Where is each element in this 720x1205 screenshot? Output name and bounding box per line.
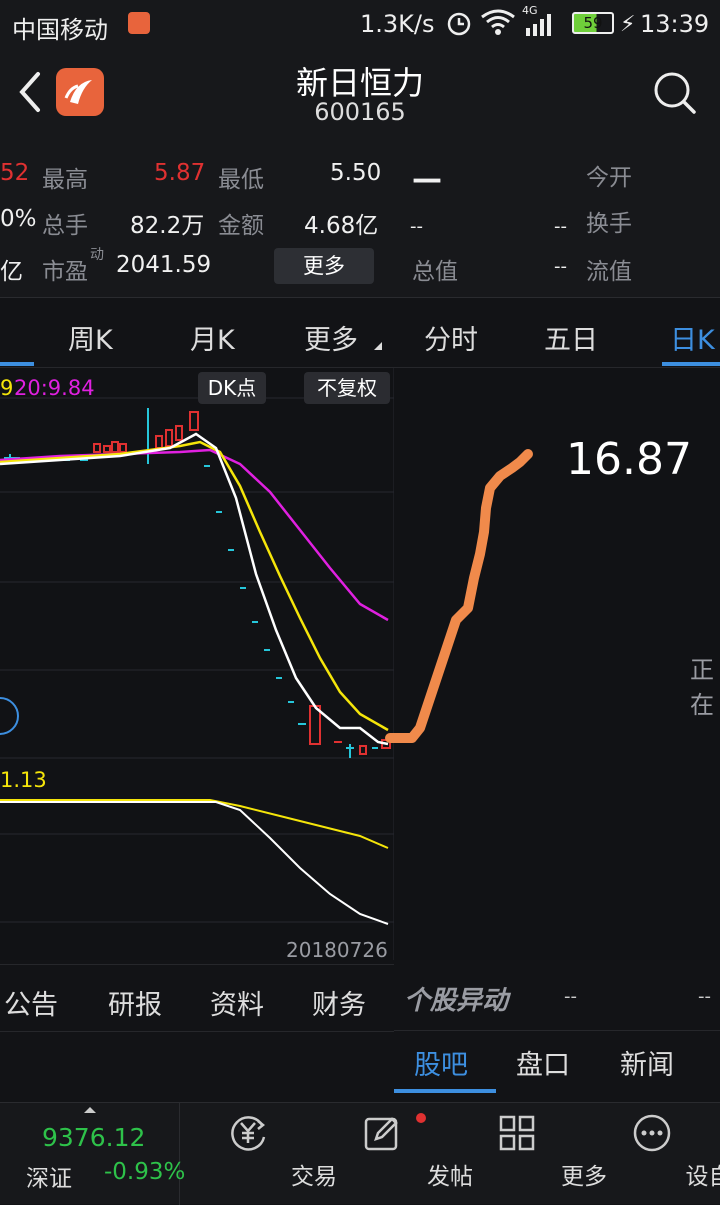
notification-dot bbox=[416, 1113, 426, 1123]
tab-weekly[interactable]: 周K bbox=[68, 318, 113, 357]
index-change: -0.93% bbox=[104, 1159, 186, 1185]
left-circle-partial bbox=[0, 697, 19, 735]
kline-chart[interactable]: 9 20:9.84 DK点 不复权 1.13 20180726 bbox=[0, 368, 394, 962]
total-value-placeholder: -- bbox=[554, 256, 567, 277]
search-icon[interactable] bbox=[652, 70, 698, 120]
nav-watchlist-label: 设自选 bbox=[685, 1164, 720, 1190]
volume-label: 总手 bbox=[42, 213, 88, 239]
grid-icon bbox=[495, 1111, 539, 1159]
tab-news[interactable]: 新闻 bbox=[620, 1043, 674, 1082]
community-tabs: 股吧 盘口 新闻 bbox=[394, 1030, 720, 1093]
change-pct-placeholder: -- bbox=[554, 216, 567, 237]
nav-watchlist[interactable]: 设自选 bbox=[584, 1103, 720, 1205]
pe-value: 2041.59 bbox=[116, 252, 212, 278]
high-label: 最高 bbox=[42, 167, 88, 193]
change-placeholder: -- bbox=[410, 216, 423, 237]
charging-icon: ⚡ bbox=[620, 12, 636, 37]
up-candles bbox=[93, 411, 391, 755]
dk-button[interactable]: DK点 bbox=[198, 372, 266, 404]
tab-announcement[interactable]: 公告 bbox=[4, 983, 58, 1022]
right-panel: 16.87 正在 bbox=[394, 368, 720, 960]
index-value: 9376.12 bbox=[42, 1123, 146, 1152]
stock-code: 600165 bbox=[314, 98, 406, 126]
tab-indicator-left bbox=[0, 362, 34, 366]
index-ticker[interactable]: 9376.12 深证 -0.93% bbox=[0, 1103, 185, 1205]
tab-daily[interactable]: 日K bbox=[670, 318, 715, 357]
tab-intraday[interactable]: 分时 bbox=[424, 318, 478, 357]
nav-post[interactable]: 发帖 bbox=[314, 1103, 473, 1205]
big-price: 16.87 bbox=[566, 434, 692, 485]
expand-up-icon bbox=[84, 1107, 96, 1113]
bottom-nav: 9376.12 深证 -0.93% 交易 发帖 更多 设自选 bbox=[0, 1102, 720, 1205]
indicator-yellow-line bbox=[0, 799, 389, 849]
nav-more[interactable]: 更多 bbox=[450, 1103, 607, 1205]
low-value: 5.50 bbox=[330, 160, 382, 186]
quote-partial-price: 52 bbox=[0, 160, 30, 186]
volume-value: 82.2万 bbox=[130, 213, 205, 239]
tab-indicator-daily bbox=[662, 362, 720, 366]
quote-partial-pct: 0% bbox=[0, 206, 37, 232]
carrier-label: 中国移动 bbox=[12, 16, 108, 44]
stock-header: 新日恒力 600165 bbox=[0, 48, 720, 140]
clock: 13:39 bbox=[640, 10, 710, 38]
alarm-icon bbox=[446, 10, 472, 42]
lower-indicator-value: 1.13 bbox=[0, 768, 47, 792]
open-label: 今开 bbox=[586, 165, 632, 191]
anomaly-dash-b: -- bbox=[698, 986, 711, 1007]
dropdown-corner-icon bbox=[374, 342, 382, 350]
app-notification-icon bbox=[128, 12, 150, 34]
index-name: 深证 bbox=[26, 1166, 72, 1192]
pe-superscript: 动 bbox=[90, 247, 104, 263]
anomaly-dash-a: -- bbox=[564, 986, 577, 1007]
info-tabs: 公告 研报 资料 财务 bbox=[0, 964, 394, 1032]
date-label: 20180726 bbox=[286, 938, 388, 962]
status-bar: 中国移动 1.3K/s 4G 59 ⚡ 13:39 bbox=[0, 0, 720, 48]
amount-label: 金额 bbox=[218, 213, 264, 239]
edit-icon bbox=[360, 1111, 404, 1159]
signal-icon bbox=[524, 14, 554, 42]
indicator-white-line bbox=[0, 801, 389, 925]
price-placeholder: — bbox=[412, 162, 442, 197]
total-value-label: 总值 bbox=[412, 259, 458, 285]
network-speed: 1.3K/s bbox=[360, 10, 435, 38]
ma5-line bbox=[0, 432, 389, 746]
tab-profile[interactable]: 资料 bbox=[210, 983, 264, 1022]
kline-svg[interactable] bbox=[0, 368, 394, 960]
tab-finance[interactable]: 财务 bbox=[312, 983, 366, 1022]
tab-forum-indicator bbox=[394, 1089, 496, 1093]
ma10-line bbox=[0, 440, 389, 732]
ma-left-partial: 9 bbox=[0, 376, 14, 400]
pe-label: 市盈 bbox=[42, 259, 88, 285]
float-value-label: 流值 bbox=[586, 259, 632, 285]
turnover-label: 换手 bbox=[586, 211, 632, 237]
adjust-button[interactable]: 不复权 bbox=[304, 372, 390, 404]
tab-order-book[interactable]: 盘口 bbox=[516, 1043, 570, 1082]
tab-more[interactable]: 更多 bbox=[304, 318, 358, 357]
loading-text: 正在 bbox=[690, 656, 714, 719]
tab-forum[interactable]: 股吧 bbox=[414, 1043, 468, 1082]
low-label: 最低 bbox=[218, 167, 264, 193]
stock-anomaly-label: 个股异动 bbox=[404, 986, 509, 1016]
more-quote-button[interactable]: 更多 bbox=[274, 248, 374, 284]
quote-panel: 52 最高 5.87 最低 5.50 0% 总手 82.2万 金额 4.68亿 … bbox=[0, 140, 720, 298]
amount-value: 4.68亿 bbox=[304, 213, 379, 239]
ma20-line bbox=[0, 448, 389, 622]
tab-monthly[interactable]: 月K bbox=[190, 318, 235, 357]
chart-period-tabs: 周K 月K 更多 分时 五日 日K bbox=[0, 300, 720, 368]
battery-icon: 59 bbox=[572, 12, 614, 34]
more-options-icon bbox=[630, 1111, 674, 1159]
tab-research[interactable]: 研报 bbox=[108, 983, 162, 1022]
nav-trade[interactable]: 交易 bbox=[182, 1103, 337, 1205]
quote-partial-unit: 亿 bbox=[0, 259, 23, 285]
wifi-icon bbox=[480, 8, 516, 42]
high-value: 5.87 bbox=[154, 160, 206, 186]
trade-icon bbox=[226, 1111, 270, 1159]
tab-five-day[interactable]: 五日 bbox=[544, 318, 598, 357]
ma20-value: 20:9.84 bbox=[14, 376, 95, 400]
